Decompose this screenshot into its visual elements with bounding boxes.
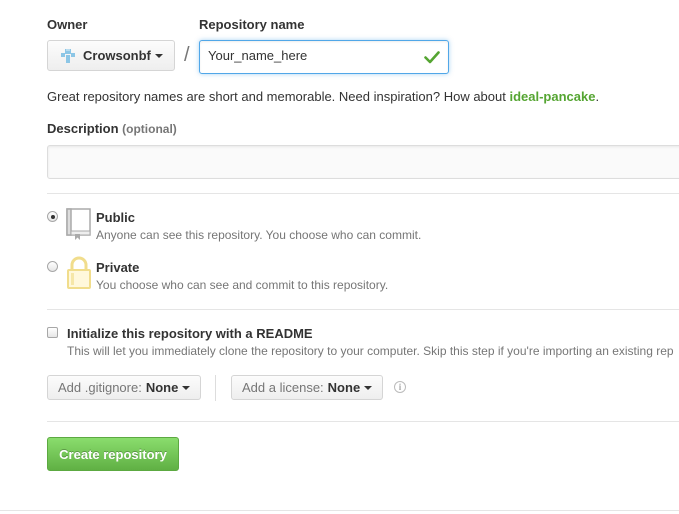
gitignore-value: None bbox=[145, 380, 179, 395]
description-field[interactable] bbox=[47, 145, 679, 179]
public-radio[interactable] bbox=[47, 211, 58, 222]
info-icon[interactable]: i bbox=[394, 381, 406, 393]
divider bbox=[47, 193, 679, 194]
optional-tag: (optional) bbox=[122, 122, 177, 136]
select-separator bbox=[215, 375, 216, 401]
footer-divider bbox=[0, 510, 679, 511]
owner-dropdown[interactable]: Crowsonbf bbox=[47, 40, 175, 71]
description-label: Description (optional) bbox=[47, 121, 177, 136]
private-radio[interactable] bbox=[47, 261, 58, 272]
license-dropdown[interactable]: Add a license: None bbox=[231, 375, 384, 400]
owner-label: Owner bbox=[47, 17, 88, 32]
lock-icon bbox=[66, 256, 92, 290]
repo-name-label: Repository name bbox=[199, 17, 305, 32]
readme-checkbox[interactable] bbox=[47, 327, 58, 338]
license-value: None bbox=[327, 380, 361, 395]
public-title: Public bbox=[96, 210, 136, 225]
owner-repo-separator: / bbox=[184, 44, 190, 66]
checkmark-icon bbox=[424, 49, 440, 65]
owner-name: Crowsonbf bbox=[83, 48, 151, 63]
gitignore-dropdown[interactable]: Add .gitignore: None bbox=[47, 375, 202, 400]
license-key: Add a license: bbox=[242, 380, 324, 395]
identicon-avatar-icon bbox=[60, 48, 76, 64]
repo-name-input[interactable] bbox=[208, 48, 413, 63]
readme-desc: This will let you immediately clone the … bbox=[67, 344, 674, 358]
chevron-down-icon bbox=[364, 385, 373, 390]
description-input[interactable] bbox=[56, 154, 660, 171]
private-desc: You choose who can see and commit to thi… bbox=[96, 278, 389, 292]
gitignore-key: Add .gitignore: bbox=[58, 380, 142, 395]
suggestion-suffix: . bbox=[595, 89, 600, 104]
suggested-name-link[interactable]: ideal-pancake bbox=[509, 89, 595, 104]
chevron-down-icon bbox=[154, 53, 163, 58]
private-title: Private bbox=[96, 260, 140, 275]
description-label-text: Description bbox=[47, 121, 119, 136]
public-desc: Anyone can see this repository. You choo… bbox=[96, 228, 422, 242]
repo-name-field[interactable] bbox=[199, 40, 449, 74]
chevron-down-icon bbox=[182, 385, 191, 390]
divider bbox=[47, 309, 679, 310]
create-repository-button[interactable]: Create repository bbox=[47, 437, 179, 471]
suggestion-text: Great repository names are short and mem… bbox=[47, 89, 510, 104]
repo-book-icon bbox=[66, 208, 92, 240]
divider bbox=[47, 421, 679, 422]
name-suggestion: Great repository names are short and mem… bbox=[47, 89, 599, 104]
readme-title: Initialize this repository with a README bbox=[67, 326, 313, 341]
